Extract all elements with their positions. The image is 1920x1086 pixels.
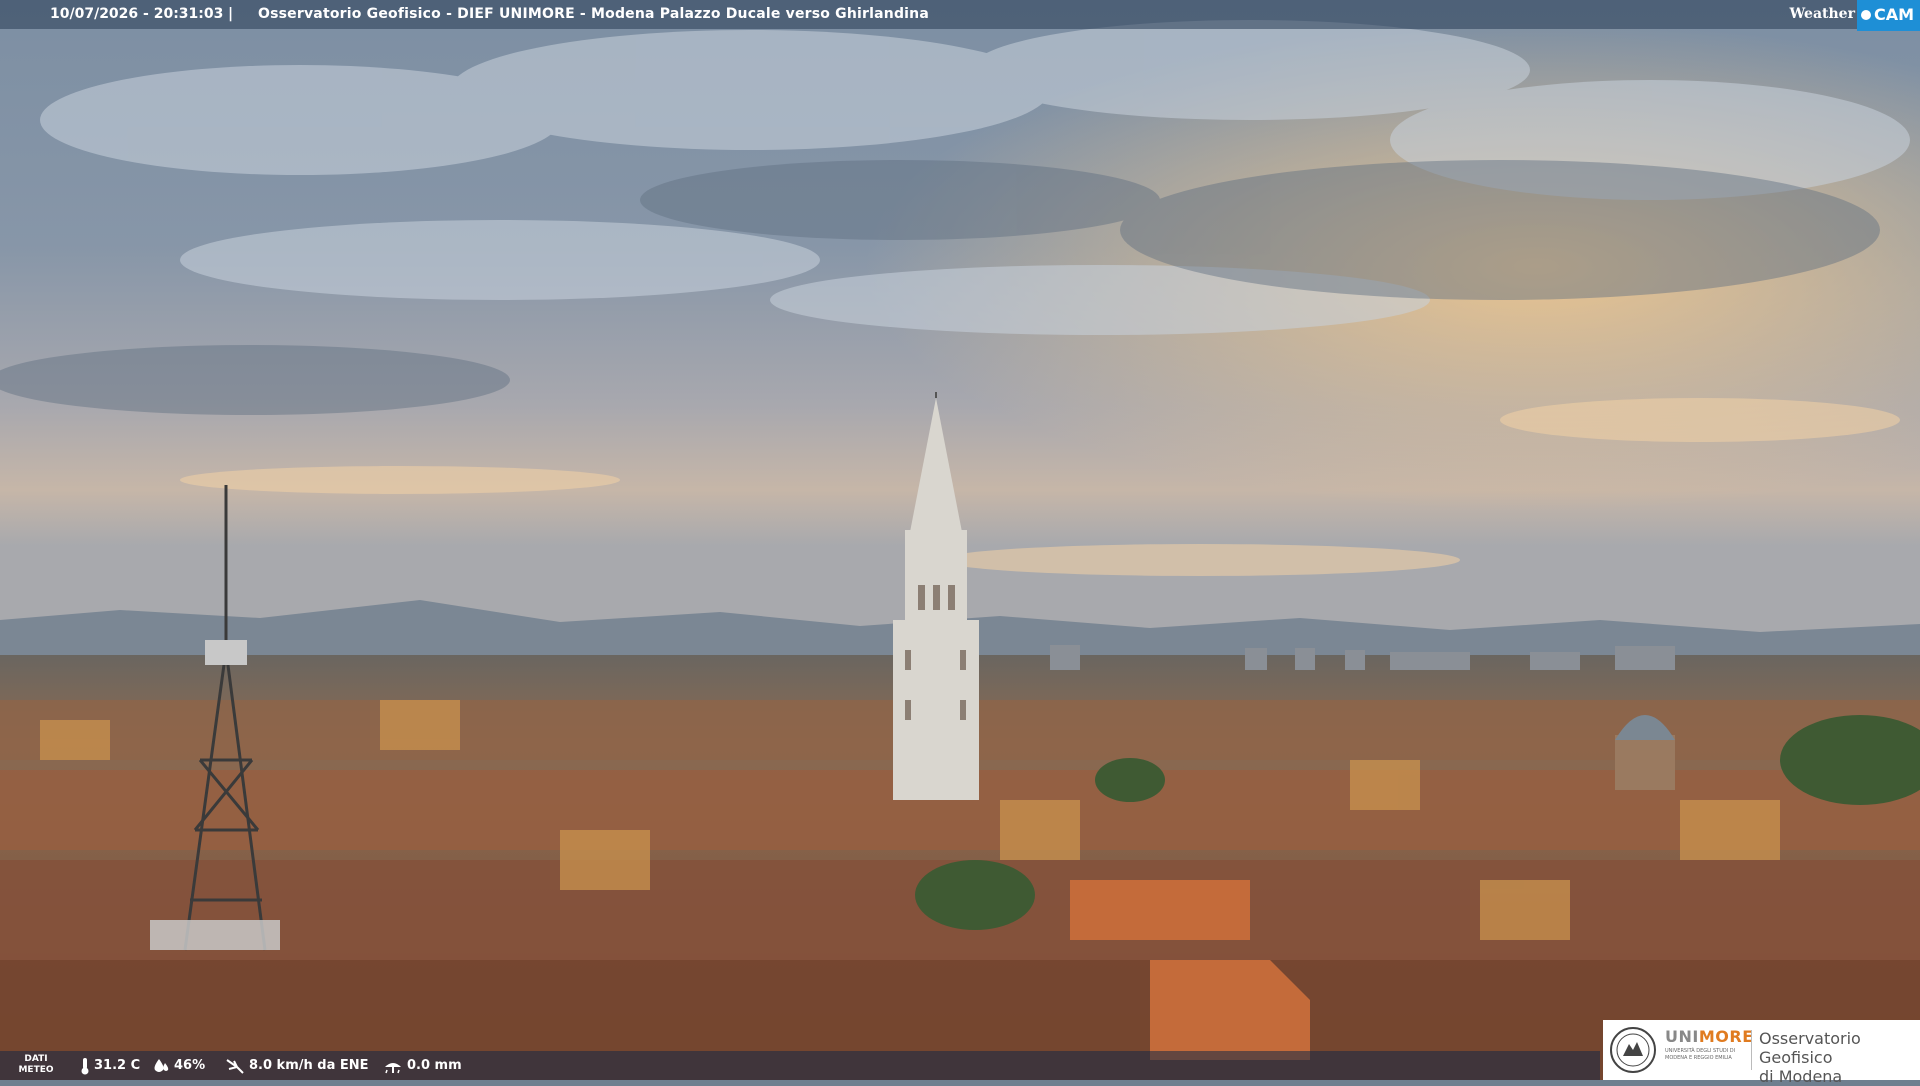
observatory-name: Osservatorio Geofisico di Modena xyxy=(1759,1029,1920,1086)
meteo-label-line2: METEO xyxy=(18,1065,54,1075)
meteo-data-bar: DATI METEO 31.2 C 46% 8.0 km/h da ENE 0.… xyxy=(0,1051,1600,1080)
info-overlay-bar: 10/07/2026 - 20:31:03 | Osservatorio Geo… xyxy=(0,0,1920,31)
observatory-line2: di Modena xyxy=(1759,1067,1843,1086)
watermark-cam-text: CAM xyxy=(1873,5,1914,24)
weathercam-watermark: Weather CAM xyxy=(1789,0,1920,31)
humidity-reading: 46% xyxy=(152,1051,205,1080)
brand-prefix: UNI xyxy=(1665,1027,1699,1046)
brand-name: UNIMORE xyxy=(1665,1027,1754,1046)
watermark-weather-text: Weather xyxy=(1789,6,1855,22)
globe-icon xyxy=(1860,9,1871,20)
wind-reading: 8.0 km/h da ENE xyxy=(225,1051,369,1080)
humidity-drop-icon xyxy=(154,1058,169,1072)
wind-icon xyxy=(226,1058,244,1074)
wind-value: 8.0 km/h da ENE xyxy=(249,1058,369,1073)
watermark-cam-badge: CAM xyxy=(1856,0,1920,31)
rain-reading: 0.0 mm xyxy=(383,1051,462,1080)
temperature-value: 31.2 C xyxy=(94,1058,141,1073)
university-seal-icon xyxy=(1610,1027,1656,1073)
temperature-reading: 31.2 C xyxy=(80,1051,140,1080)
humidity-value: 46% xyxy=(174,1058,206,1073)
datetime-label: 10/07/2026 - 20:31:03 xyxy=(50,6,224,22)
location-label: Osservatorio Geofisico - DIEF UNIMORE - … xyxy=(258,6,929,22)
observatory-line1: Osservatorio Geofisico xyxy=(1759,1029,1861,1067)
meteo-label: DATI METEO xyxy=(18,1054,54,1076)
rain-value: 0.0 mm xyxy=(407,1058,462,1073)
webcam-photo xyxy=(0,0,1920,1080)
logo-divider xyxy=(1751,1030,1752,1070)
rain-gauge-icon xyxy=(385,1062,401,1073)
brand-suffix: MORE xyxy=(1698,1027,1754,1046)
meteo-label-line1: DATI xyxy=(24,1054,48,1064)
separator: | xyxy=(228,6,234,22)
brand-subtitle: UNIVERSITÀ DEGLI STUDI DI MODENA E REGGI… xyxy=(1665,1048,1736,1061)
thermometer-icon xyxy=(81,1057,89,1074)
unimore-logo: UNIMORE UNIVERSITÀ DEGLI STUDI DI MODENA… xyxy=(1603,1020,1920,1086)
